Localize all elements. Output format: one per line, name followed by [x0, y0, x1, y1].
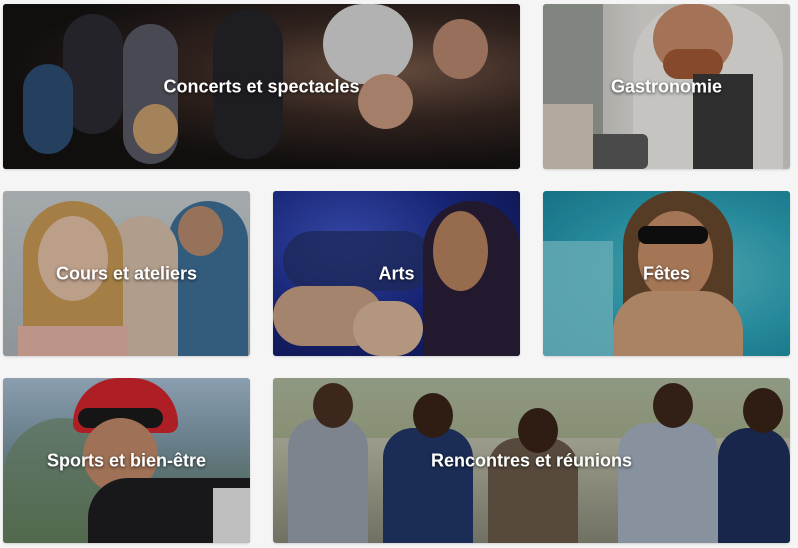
category-label: Gastronomie — [610, 76, 723, 96]
category-label: Cours et ateliers — [55, 263, 198, 283]
category-tile-gastronomie[interactable]: Gastronomie — [543, 4, 790, 169]
category-tile-sports[interactable]: Sports et bien-être — [3, 378, 250, 543]
category-tile-fetes[interactable]: Fêtes — [543, 191, 790, 356]
category-tile-rencontres[interactable]: Rencontres et réunions — [273, 378, 790, 543]
category-label: Rencontres et réunions — [430, 450, 633, 470]
category-label: Fêtes — [642, 263, 691, 283]
category-tile-arts[interactable]: Arts — [273, 191, 520, 356]
category-tile-cours[interactable]: Cours et ateliers — [3, 191, 250, 356]
category-label: Arts — [378, 263, 415, 283]
category-tile-concerts[interactable]: Concerts et spectacles — [3, 4, 520, 169]
category-label: Sports et bien-être — [46, 450, 207, 470]
category-label: Concerts et spectacles — [163, 76, 360, 96]
